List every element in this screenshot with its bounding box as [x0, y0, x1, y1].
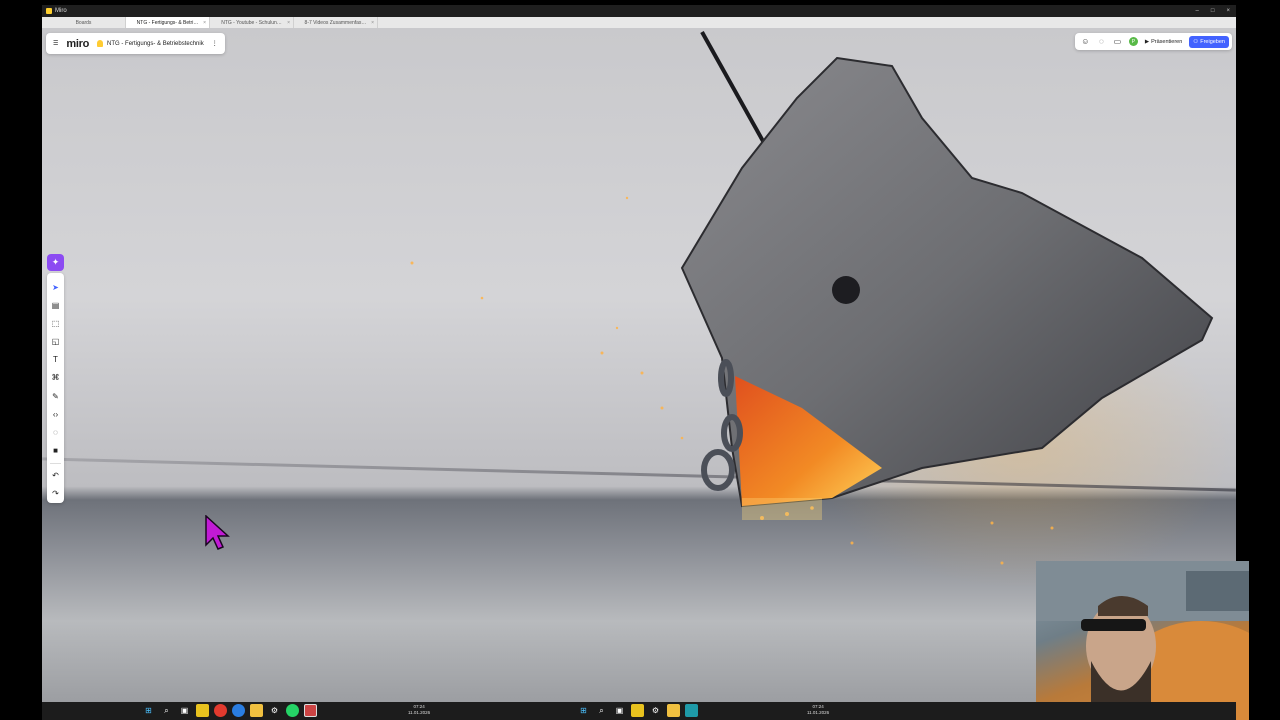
windows-start-icon[interactable]: ⊞ — [577, 704, 590, 717]
select-tool[interactable]: ➤ — [49, 278, 62, 296]
board-title: NTG - Fertigungs- & Betriebstechnik — [107, 40, 204, 47]
board-header-panel: ☰ miro NTG - Fertigungs- & Betriebstechn… — [46, 33, 225, 54]
present-label: Präsentieren — [1151, 38, 1183, 45]
settings-icon[interactable]: ⚙ — [268, 704, 281, 717]
search-icon[interactable]: ⌕ — [595, 704, 608, 717]
taskbar-apps-left: ⊞ ⌕ ▣ ⚙ — [142, 704, 317, 717]
present-button[interactable]: ▶ Präsentieren — [1145, 39, 1182, 45]
sticky-notes-icon[interactable] — [196, 704, 209, 717]
close-tab-icon[interactable]: × — [287, 20, 290, 26]
templates-tool[interactable]: ▤ — [49, 296, 62, 314]
sparkle-icon: ✦ — [51, 257, 60, 267]
creation-toolbar: ➤ ▤ ⬚ ◱ T ⌘ ✎ ‹› ◌ ■ ↶ ↷ — [47, 273, 64, 503]
close-window-button[interactable]: × — [1226, 8, 1230, 14]
tab-label: 8-7 Videos Zusammenfas… — [304, 19, 367, 26]
taskbar-clock-right[interactable]: 07:24 11.01.2026 — [807, 704, 829, 716]
minimize-button[interactable]: – — [1196, 8, 1199, 14]
windows-taskbar: ⊞ ⌕ ▣ ⚙ 07:24 11.01.2026 ⊞ ⌕ ▣ ⚙ 07:24 1… — [42, 702, 1236, 720]
shapes-tool[interactable]: ⌘ — [49, 369, 62, 387]
taskbar-clock-left[interactable]: 07:24 11.01.2026 — [408, 704, 430, 716]
board-name[interactable]: NTG - Fertigungs- & Betriebstechnik — [97, 40, 204, 47]
close-tab-icon[interactable]: × — [371, 20, 374, 26]
tab-videos[interactable]: 8-7 Videos Zusammenfas… × — [294, 17, 378, 28]
sticky-notes-icon[interactable] — [631, 704, 644, 717]
window-titlebar: Miro – □ × — [42, 5, 1236, 17]
tab-ntg-youtube[interactable]: NTG - Youtube - Schulun… × — [210, 17, 294, 28]
browser-icon[interactable] — [214, 704, 227, 717]
search-icon[interactable]: ⌕ — [160, 704, 173, 717]
whatsapp-icon[interactable] — [286, 704, 299, 717]
impact-glow — [742, 498, 822, 520]
clock-date: 11.01.2026 — [408, 710, 431, 715]
window-controls: – □ × — [1196, 5, 1230, 17]
clock-date: 11.01.2026 — [807, 710, 830, 715]
settings-icon[interactable]: ⚙ — [649, 704, 662, 717]
main-menu-icon[interactable]: ☰ — [53, 40, 58, 47]
redo-button[interactable]: ↷ — [49, 485, 62, 503]
task-view-icon[interactable]: ▣ — [613, 704, 626, 717]
file-explorer-icon[interactable] — [250, 704, 263, 717]
toolbar-divider — [50, 462, 61, 464]
reactions-icon[interactable]: ☺ — [1081, 37, 1090, 46]
more-options-icon[interactable]: ⋮ — [212, 40, 218, 47]
play-icon: ▶ — [1144, 38, 1150, 45]
windows-start-icon[interactable]: ⊞ — [142, 704, 155, 717]
edge-icon[interactable] — [232, 704, 245, 717]
maximize-button[interactable]: □ — [1211, 8, 1215, 14]
avatar[interactable]: P — [1128, 37, 1138, 46]
close-tab-icon[interactable]: × — [203, 20, 206, 26]
share-button[interactable]: ⚇ Freigeben — [1189, 35, 1229, 48]
tab-label: NTG - Fertigungs- & Betri… — [136, 19, 199, 26]
file-explorer-icon[interactable] — [667, 704, 680, 717]
sticky-note-tool[interactable]: ◱ — [49, 333, 62, 351]
lightbulb-icon — [97, 40, 104, 47]
tab-ntg-fertigung[interactable]: NTG - Fertigungs- & Betri… × — [126, 17, 210, 28]
ai-sparkle-button[interactable]: ✦ — [47, 254, 64, 271]
collaboration-panel: ☺ ◌ ▭ P ▶ Präsentieren ⚇ Freigeben — [1074, 33, 1232, 50]
share-people-icon: ⚇ — [1193, 38, 1199, 45]
embed-tool[interactable]: ‹› — [49, 405, 62, 423]
pendulum-pivot — [832, 276, 860, 304]
app-icon[interactable] — [685, 704, 698, 717]
tab-label: Boards — [75, 19, 92, 26]
chat-icon[interactable]: ◌ — [1097, 37, 1106, 46]
pen-tool[interactable]: ✎ — [49, 387, 62, 405]
webcam-overlay — [1036, 561, 1249, 720]
undo-button[interactable]: ↶ — [49, 467, 62, 485]
comment-tool[interactable]: ◌ — [49, 423, 62, 441]
miro-app-icon — [46, 8, 52, 14]
task-view-icon[interactable]: ▣ — [178, 704, 191, 717]
tab-label: NTG - Youtube - Schulun… — [221, 19, 282, 26]
share-label: Freigeben — [1200, 38, 1225, 45]
tab-boards[interactable]: Boards — [42, 17, 126, 28]
webcam-feed — [1036, 561, 1249, 720]
frame-tool[interactable]: ⬚ — [49, 314, 62, 332]
miro-logo[interactable]: miro — [66, 38, 89, 50]
miro-taskbar-icon[interactable] — [304, 704, 317, 717]
window-title: Miro — [55, 8, 67, 14]
apps-tool[interactable]: ■ — [49, 442, 62, 460]
video-call-icon[interactable]: ▭ — [1113, 37, 1122, 46]
text-tool[interactable]: T — [49, 351, 62, 369]
taskbar-apps-right: ⊞ ⌕ ▣ ⚙ — [577, 704, 698, 717]
mouse-cursor-icon — [205, 515, 230, 550]
tab-bar: Boards NTG - Fertigungs- & Betri… × NTG -… — [42, 17, 1236, 28]
